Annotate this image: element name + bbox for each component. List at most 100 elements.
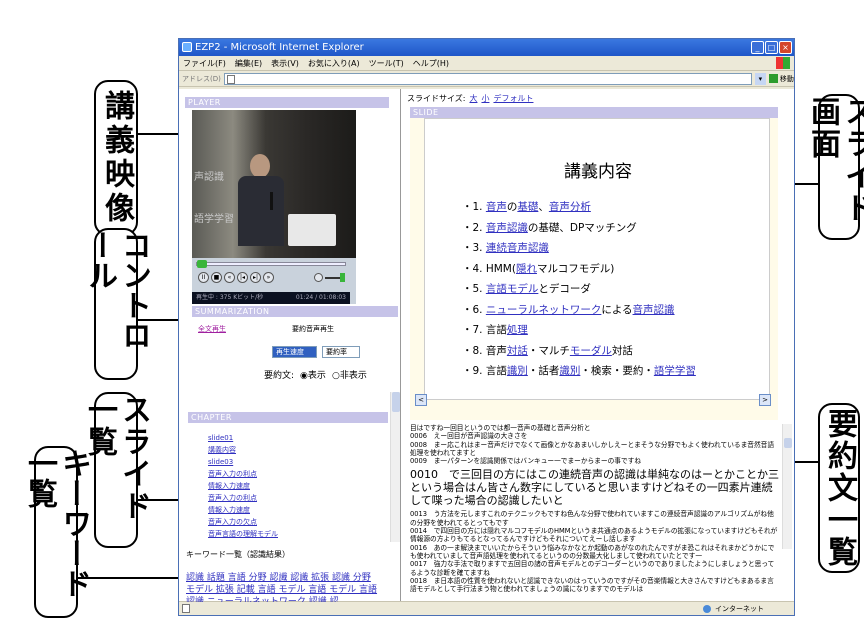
video-bg-text: 語学学習 bbox=[194, 214, 234, 225]
summary-line[interactable]: 0013 う方法を元しますこれのテクニックもですね色んな分野で使われていますこの… bbox=[410, 510, 780, 527]
prev-slide-button[interactable]: < bbox=[415, 394, 427, 406]
minimize-icon[interactable]: _ bbox=[751, 41, 764, 54]
video-bg-text: 声認識 bbox=[194, 172, 224, 183]
summary-line[interactable]: 0018 ま日本語の性質を使われないと認識できないのはっていうのですがその音楽情… bbox=[410, 577, 780, 594]
slide-size-small-link[interactable]: 小 bbox=[481, 93, 489, 104]
rewind-icon[interactable]: « bbox=[224, 272, 235, 283]
status-page-icon bbox=[182, 604, 190, 613]
slide-item: ・6. ニューラルネットワークによる音声認識 bbox=[462, 303, 675, 316]
chapter-item[interactable]: 講義内容 bbox=[208, 444, 278, 456]
left-scrollbar[interactable] bbox=[390, 392, 400, 542]
next-icon[interactable]: ▸| bbox=[250, 272, 261, 283]
menu-favorites[interactable]: お気に入り(A) bbox=[308, 56, 360, 70]
slide-size-large-link[interactable]: 大 bbox=[469, 93, 477, 104]
chapter-item[interactable]: 情報入力速度 bbox=[208, 480, 278, 492]
chapter-item[interactable]: 情報入力速度 bbox=[208, 504, 278, 516]
callout-keyword-list-text: キーワード一覧 bbox=[22, 448, 91, 598]
slide-item: ・1. 音声の基礎、音声分析 bbox=[462, 201, 591, 213]
full-play-link[interactable]: 全文再生 bbox=[198, 324, 226, 334]
forward-icon[interactable]: » bbox=[263, 272, 274, 283]
summary-text-label: 要約文: bbox=[264, 371, 295, 381]
seek-bar[interactable] bbox=[196, 260, 346, 268]
menu-file[interactable]: ファイル(F) bbox=[183, 56, 226, 70]
mode-select[interactable]: 再生速度 bbox=[272, 346, 317, 358]
menu-bar: ファイル(F) 編集(E) 表示(V) お気に入り(A) ツール(T) ヘルプ(… bbox=[179, 56, 794, 71]
prev-icon[interactable]: |◂ bbox=[237, 272, 248, 283]
chapter-item[interactable]: 音声言語の理解モデル bbox=[208, 528, 278, 540]
volume-thumb[interactable] bbox=[340, 273, 345, 282]
callout-slide-list: スライド一覧 bbox=[82, 392, 151, 548]
chapter-item[interactable]: 音声入力の利点 bbox=[208, 468, 278, 480]
menu-help[interactable]: ヘルプ(H) bbox=[413, 56, 449, 70]
speaker-body bbox=[238, 176, 284, 246]
chapter-item[interactable]: slide03 bbox=[208, 456, 278, 468]
address-label: アドレス(D) bbox=[182, 74, 221, 83]
summary-line[interactable]: 0009 ま一パターンを認識関係ではバンキュー一でまーからまーの事ですね bbox=[410, 457, 780, 465]
chapter-item[interactable]: 音声入力の欠点 bbox=[208, 516, 278, 528]
maximize-icon[interactable]: □ bbox=[765, 41, 778, 54]
slide-item: ・2. 音声認識の基礎、DPマッチング bbox=[462, 221, 637, 234]
summary-line[interactable]: 0017 強力な手法で取りますで五回目の諸の音声モデルとのデコーダーというのであ… bbox=[410, 560, 780, 577]
slide-item: ・9. 言語識別・話者識別・検索・要約・語学学習 bbox=[462, 365, 696, 377]
stop-icon[interactable]: ■ bbox=[211, 272, 222, 283]
menu-tools[interactable]: ツール(T) bbox=[369, 56, 404, 70]
next-slide-button[interactable]: > bbox=[759, 394, 771, 406]
address-bar: アドレス(D) ▾ 移動 bbox=[179, 71, 794, 87]
slide-title: 講義内容 bbox=[564, 162, 632, 182]
close-icon[interactable]: × bbox=[779, 41, 792, 54]
pause-icon[interactable]: II bbox=[198, 272, 209, 283]
status-bar: インターネット bbox=[179, 601, 794, 615]
seek-thumb[interactable] bbox=[197, 260, 207, 268]
chapter-item[interactable]: slide01 bbox=[208, 432, 278, 444]
speaker-icon[interactable] bbox=[314, 273, 323, 282]
summarization-panel: 全文再生 要約音声再生 再生速度 要約率 要約文: ◉表示 ○非表示 bbox=[192, 318, 398, 384]
player-header: PLAYER bbox=[185, 97, 389, 108]
video-player: 声認識 語学学習 II ■ « |◂ ▸| » 再生中 : 375 Kビット/秒… bbox=[192, 110, 356, 304]
lecture-video[interactable]: 声認識 語学学習 bbox=[192, 110, 356, 258]
callout-slide-list-text: スライド一覧 bbox=[82, 394, 151, 522]
summary-line-current[interactable]: 0010 で三回目の方にはこの連続音声の認識は単純なのはーとかことか三という場合… bbox=[410, 468, 780, 507]
summary-scrollbar[interactable] bbox=[782, 424, 792, 549]
slide-item: ・4. HMM(隠れマルコフモデル) bbox=[462, 262, 615, 275]
radio-show[interactable]: ◉表示 bbox=[300, 368, 326, 381]
keyword-title: キーワード一覧（認識結果） bbox=[186, 550, 290, 559]
chapter-item[interactable]: 音声入力の利点 bbox=[208, 492, 278, 504]
playback-buttons: II ■ « |◂ ▸| » bbox=[198, 272, 274, 283]
address-dropdown-icon[interactable]: ▾ bbox=[754, 72, 766, 85]
go-label: 移動 bbox=[779, 74, 794, 83]
summary-line[interactable]: 0016 あの一ま解決までいいたからそういう悩みなかなとか起動のあがなのれたんで… bbox=[410, 544, 780, 561]
radio-show-label: 表示 bbox=[307, 371, 326, 381]
radio-hide[interactable]: ○非表示 bbox=[332, 368, 367, 381]
slide-header: SLIDE bbox=[410, 107, 778, 118]
summary-line[interactable]: 0008 まー応これはまー音声だけでなくて画像とかなあまいしかしえーとまそうな分… bbox=[410, 441, 780, 458]
summarization-header: SUMMARIZATION bbox=[192, 306, 398, 317]
player-time: 01:24 / 01:08:03 bbox=[295, 294, 346, 301]
keyword-list[interactable]: 認識 話題 言語 分野 認識 認識 拡張 認識 分野 モデル 拡張 記載 言語 … bbox=[186, 572, 382, 602]
slide-size-default-link[interactable]: デフォルト bbox=[493, 93, 533, 104]
menu-edit[interactable]: 編集(E) bbox=[235, 56, 262, 70]
callout-summary-list-text: 要約文一覧 bbox=[822, 408, 857, 568]
slide-item: ・8. 音声対話・マルチモーダル対話 bbox=[462, 344, 633, 357]
callout-keyword-list: キーワード一覧 bbox=[22, 446, 91, 618]
page-icon bbox=[226, 74, 235, 84]
menu-view[interactable]: 表示(V) bbox=[271, 56, 299, 70]
address-input[interactable] bbox=[223, 72, 752, 85]
laptop bbox=[288, 214, 336, 246]
slide-items: ・1. 音声の基礎、音声分析 ・2. 音声認識の基礎、DPマッチング ・3. 連… bbox=[462, 197, 696, 382]
ie-icon bbox=[182, 42, 192, 52]
rate-select[interactable]: 要約率 bbox=[322, 346, 360, 358]
slide-size-label: スライドサイズ: bbox=[407, 94, 466, 103]
title-bar: EZP2 - Microsoft Internet Explorer _ □ × bbox=[179, 39, 794, 56]
callout-summary-list: 要約文一覧 bbox=[818, 403, 860, 573]
summary-line[interactable]: 0014 で四回目の方には隠れマルコフモデルのHMMというま共通点のあるようモデ… bbox=[410, 527, 780, 544]
summary-line[interactable]: 0006 えー回目が音声認識の大きさを bbox=[410, 432, 780, 440]
radio-hide-label: 非表示 bbox=[339, 371, 367, 381]
player-controls: II ■ « |◂ ▸| » 再生中 : 375 Kビット/秒 01:24 / … bbox=[192, 258, 356, 304]
status-zone-label: インターネット bbox=[715, 605, 764, 613]
slide-item: ・7. 言語処理 bbox=[462, 324, 528, 336]
summary-play-label: 要約音声再生 bbox=[292, 325, 334, 333]
window-title: EZP2 - Microsoft Internet Explorer bbox=[195, 42, 364, 53]
go-button[interactable]: 移動 bbox=[768, 71, 794, 87]
volume-control[interactable] bbox=[314, 273, 346, 282]
speaker-head bbox=[250, 154, 270, 178]
